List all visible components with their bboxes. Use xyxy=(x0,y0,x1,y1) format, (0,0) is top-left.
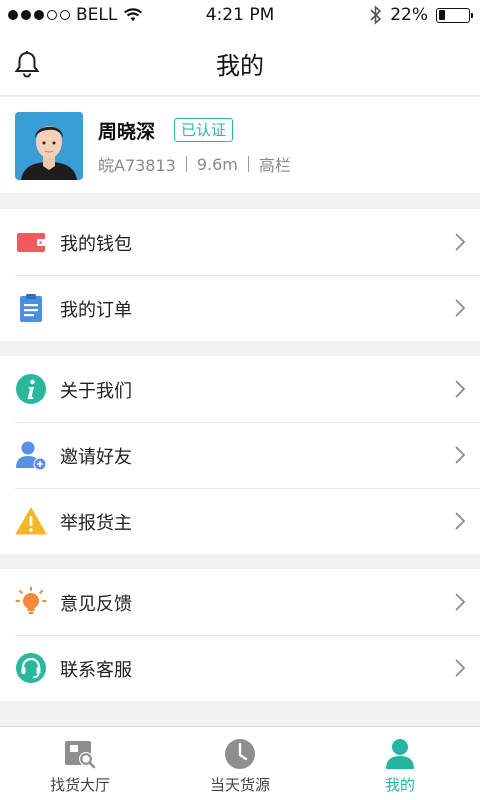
avatar[interactable] xyxy=(15,112,83,180)
clipboard-icon xyxy=(20,294,42,322)
chevron-right-icon xyxy=(455,659,466,677)
menu-item-label: 意见反馈 xyxy=(60,594,132,615)
menu-item-label: 联系客服 xyxy=(60,660,132,681)
verified-badge: 已认证 xyxy=(174,118,234,142)
chevron-right-icon xyxy=(455,299,466,317)
chevron-right-icon xyxy=(455,233,466,251)
bluetooth-icon xyxy=(370,5,382,25)
battery-fill xyxy=(438,10,445,20)
plate-number: 皖A73813 xyxy=(98,156,176,175)
tab-label: 当天货源 xyxy=(209,776,270,794)
menu-group-account: 我的钱包 我的订单 xyxy=(0,209,480,341)
status-bar: BELL 4:21 PM 22% xyxy=(0,0,480,32)
truck-length: 9.6m xyxy=(196,154,238,174)
tab-label: 我的 xyxy=(384,776,415,794)
search-goods-icon xyxy=(65,741,96,769)
chevron-right-icon xyxy=(455,512,466,530)
info-icon xyxy=(16,374,46,404)
headset-icon xyxy=(16,653,46,683)
menu-item-customer-service[interactable]: 联系客服 xyxy=(0,635,480,701)
status-right: 22% xyxy=(370,5,473,25)
menu-item-report-shipper[interactable]: 举报货主 xyxy=(0,488,480,554)
menu-item-invite-friends[interactable]: 邀请好友 xyxy=(0,422,480,488)
menu-item-label: 我的钱包 xyxy=(60,234,132,255)
tab-mine[interactable]: 我的 xyxy=(320,727,480,800)
menu-item-label: 邀请好友 xyxy=(60,447,132,468)
menu-item-wallet[interactable]: 我的钱包 xyxy=(0,209,480,275)
menu-item-label: 我的订单 xyxy=(60,300,132,321)
tab-label: 找货大厅 xyxy=(49,776,110,794)
clock-icon xyxy=(225,739,255,769)
bottom-tab-bar: 找货大厅 当天货源 我的 xyxy=(0,726,480,800)
chevron-right-icon xyxy=(455,446,466,464)
battery-icon xyxy=(436,7,473,23)
battery-percent: 22% xyxy=(390,5,428,25)
tab-find-goods[interactable]: 找货大厅 xyxy=(0,727,160,800)
wallet-icon xyxy=(17,233,45,252)
divider xyxy=(185,156,187,172)
truck-type: 高栏 xyxy=(258,156,291,175)
profile-card[interactable]: 周晓深 已认证 皖A73813 9.6m 高栏 xyxy=(0,97,480,193)
menu-group-support: 意见反馈 联系客服 xyxy=(0,569,480,701)
menu-item-label: 关于我们 xyxy=(60,381,132,402)
chevron-right-icon xyxy=(455,380,466,398)
bulb-icon xyxy=(15,586,47,614)
tab-today-goods[interactable]: 当天货源 xyxy=(160,727,320,800)
page-title: 我的 xyxy=(216,52,264,80)
menu-item-about-us[interactable]: 关于我们 xyxy=(0,356,480,422)
avatar-photo-icon xyxy=(15,112,83,180)
user-name: 周晓深 xyxy=(98,121,156,143)
person-icon xyxy=(386,739,414,769)
divider xyxy=(247,156,249,172)
menu-item-label: 举报货主 xyxy=(60,513,132,534)
menu-group-about: 关于我们 邀请好友 举报货主 xyxy=(0,356,480,554)
chevron-right-icon xyxy=(455,593,466,611)
add-user-icon xyxy=(16,441,47,471)
nav-header: 我的 xyxy=(0,32,480,96)
menu-item-feedback[interactable]: 意见反馈 xyxy=(0,569,480,635)
warning-icon xyxy=(15,507,47,535)
menu-item-orders[interactable]: 我的订单 xyxy=(0,275,480,341)
vehicle-info: 皖A73813 9.6m 高栏 xyxy=(98,152,291,176)
